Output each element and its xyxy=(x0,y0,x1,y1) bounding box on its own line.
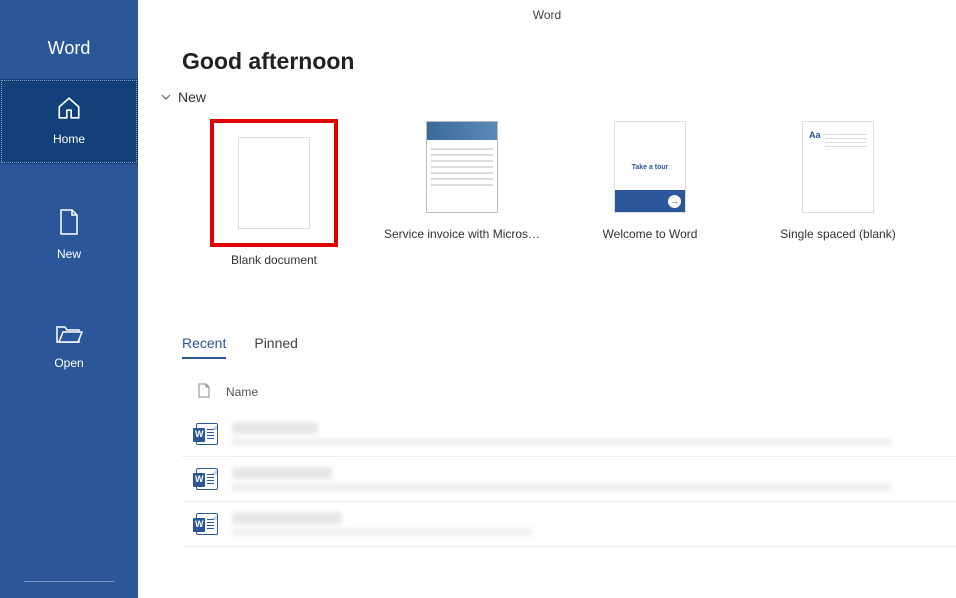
recent-files-table: Name xyxy=(182,373,956,547)
arrow-right-icon: → xyxy=(668,195,681,208)
new-section-toggle[interactable]: New xyxy=(160,89,956,105)
document-icon xyxy=(198,383,226,401)
recent-tabs: Recent Pinned xyxy=(182,335,956,359)
sidebar-item-label: New xyxy=(57,247,81,261)
main-content: Word Good afternoon New Blank document xyxy=(138,0,956,598)
template-welcome[interactable]: Take a tour → Welcome to Word xyxy=(580,121,720,267)
table-row[interactable] xyxy=(182,412,956,457)
word-document-icon xyxy=(196,423,218,445)
sidebar-item-home[interactable]: Home xyxy=(0,79,138,164)
titlebar-app-name: Word xyxy=(533,8,561,22)
sidebar-item-label: Open xyxy=(54,356,83,370)
template-thumbnail: Aa xyxy=(802,121,874,213)
new-section-label: New xyxy=(178,89,206,105)
chevron-down-icon xyxy=(160,92,172,102)
template-thumbnail: Take a tour → xyxy=(614,121,686,213)
sidebar-item-open[interactable]: Open xyxy=(0,307,138,388)
template-single-spaced[interactable]: Aa Single spaced (blank) xyxy=(768,121,908,267)
template-label: Welcome to Word xyxy=(603,227,698,241)
template-list: Blank document Service invoice with Micr… xyxy=(204,121,956,267)
file-info-blurred xyxy=(232,512,956,536)
sidebar-item-new[interactable]: New xyxy=(0,192,138,279)
template-service-invoice[interactable]: Service invoice with Micros… xyxy=(392,121,532,267)
new-doc-icon xyxy=(58,208,80,241)
file-info-blurred xyxy=(232,467,956,491)
home-icon xyxy=(56,95,82,126)
aa-glyph: Aa xyxy=(809,130,821,140)
sidebar-divider xyxy=(24,581,114,582)
folder-open-icon xyxy=(55,323,83,350)
table-row[interactable] xyxy=(182,457,956,502)
file-info-blurred xyxy=(232,422,956,446)
word-document-icon xyxy=(196,513,218,535)
template-label: Single spaced (blank) xyxy=(780,227,895,241)
template-blank-document[interactable]: Blank document xyxy=(204,121,344,267)
column-name-header: Name xyxy=(226,385,258,399)
sidebar-app-title: Word xyxy=(48,38,91,59)
template-thumbnail xyxy=(426,121,498,213)
template-label: Blank document xyxy=(231,253,317,267)
table-row[interactable] xyxy=(182,502,956,547)
table-header: Name xyxy=(182,373,956,412)
template-thumbnail xyxy=(238,137,310,229)
template-label: Service invoice with Micros… xyxy=(384,227,540,241)
sidebar-item-label: Home xyxy=(53,132,85,146)
tour-text: Take a tour xyxy=(632,164,669,171)
tab-pinned[interactable]: Pinned xyxy=(254,335,298,359)
titlebar: Word xyxy=(138,0,956,30)
tab-recent[interactable]: Recent xyxy=(182,335,226,359)
greeting-heading: Good afternoon xyxy=(182,48,956,75)
sidebar: Word Home New Open xyxy=(0,0,138,598)
word-document-icon xyxy=(196,468,218,490)
